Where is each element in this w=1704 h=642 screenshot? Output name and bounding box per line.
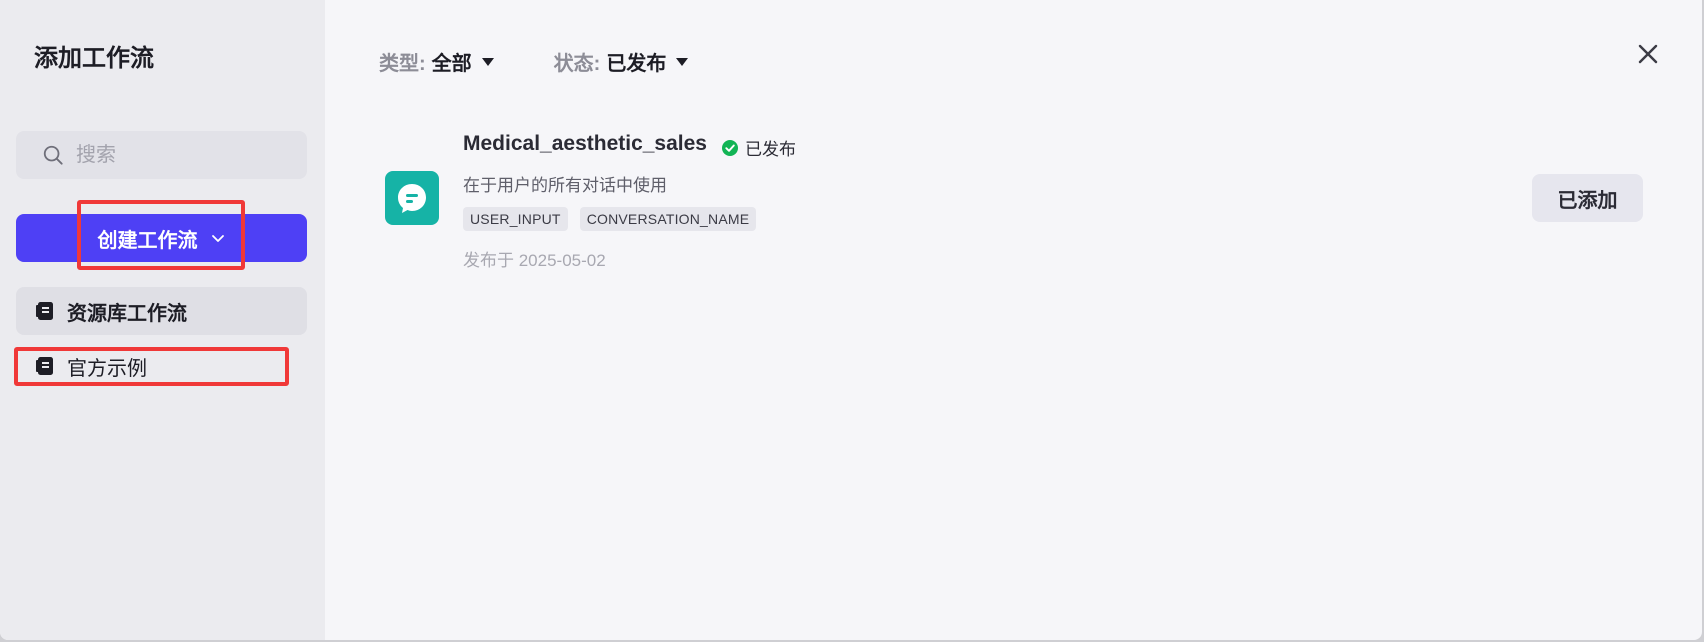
search-icon xyxy=(43,145,63,165)
caret-down-icon xyxy=(481,57,494,66)
sidebar-item-label: 资源库工作流 xyxy=(67,302,187,325)
type-filter-value: 全部 xyxy=(431,53,472,75)
workflow-description: 在于用户的所有对话中使用 xyxy=(463,176,667,195)
dialog-title: 添加工作流 xyxy=(34,45,154,72)
status-filter[interactable]: 状态: 已发布 xyxy=(554,47,689,76)
close-icon[interactable] xyxy=(1637,43,1659,65)
workflow-tags: USER_INPUT CONVERSATION_NAME xyxy=(463,207,768,231)
chat-bubble-icon xyxy=(398,184,426,213)
tag: CONVERSATION_NAME xyxy=(579,207,757,231)
check-circle-icon xyxy=(722,139,738,156)
search-box[interactable] xyxy=(16,131,307,179)
type-filter-label: 类型: xyxy=(379,53,426,75)
status-filter-label: 状态: xyxy=(553,53,601,75)
workflow-status-label: 已发布 xyxy=(745,140,796,159)
workflow-publish-date: 发布于 2025-05-02 xyxy=(463,251,606,270)
status-filter-value: 已发布 xyxy=(606,53,667,75)
tag: USER_INPUT xyxy=(463,207,568,231)
caret-down-icon xyxy=(676,57,689,66)
highlight-box-official xyxy=(14,347,289,386)
workflow-name: Medical_aesthetic_sales xyxy=(463,132,707,155)
highlight-box-create xyxy=(77,200,245,270)
added-button[interactable]: 已添加 xyxy=(1532,174,1643,222)
add-workflow-dialog: 添加工作流 创建工作流 资源库工作流 xyxy=(0,0,1702,640)
book-icon xyxy=(36,302,53,320)
sidebar: 添加工作流 创建工作流 资源库工作流 xyxy=(0,0,325,640)
sidebar-item-library-workflows[interactable]: 资源库工作流 xyxy=(16,287,307,335)
type-filter[interactable]: 类型: 全部 xyxy=(379,47,494,76)
search-input[interactable] xyxy=(76,143,276,167)
filter-bar: 类型: 全部 状态: 已发布 xyxy=(379,47,748,76)
app-icon xyxy=(385,171,439,225)
workflow-status: 已发布 xyxy=(722,135,796,160)
